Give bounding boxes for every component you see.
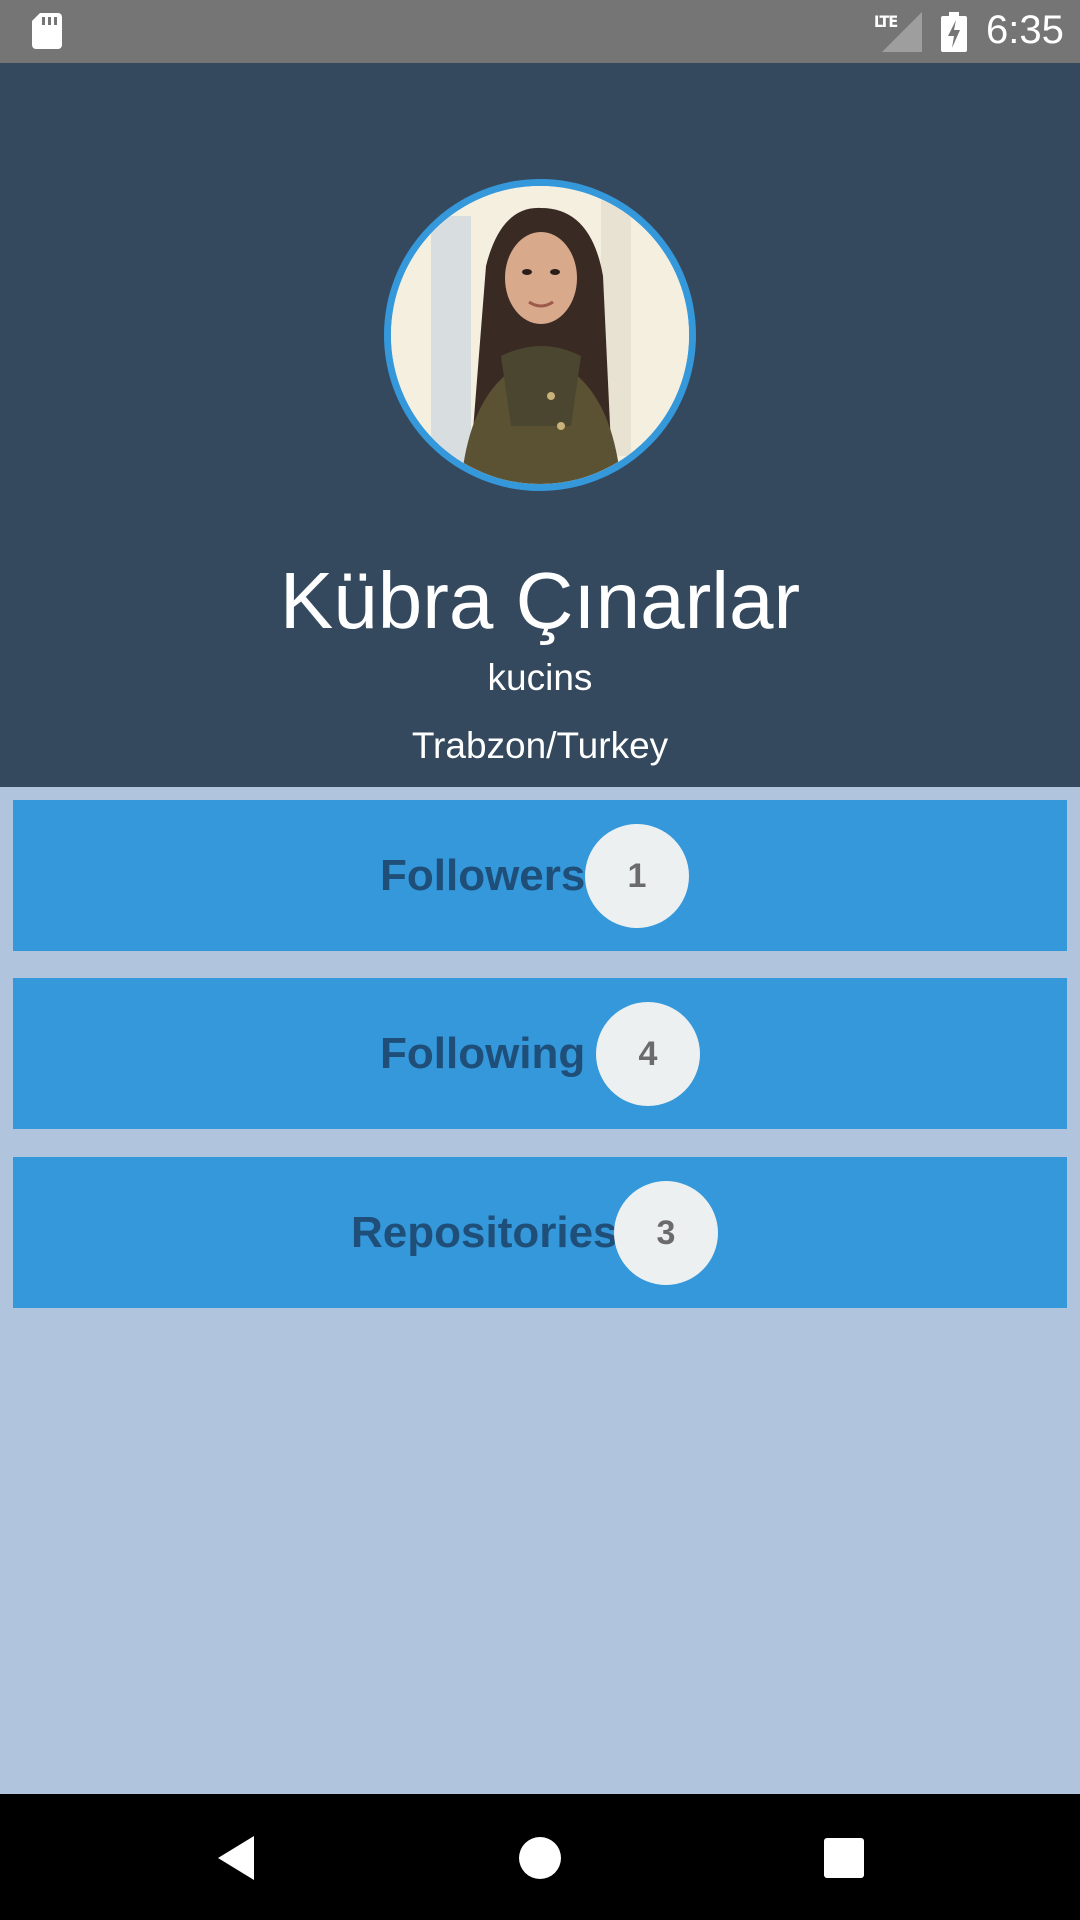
back-button[interactable] [196, 1818, 276, 1898]
full-name: Kübra Çınarlar [279, 556, 801, 645]
following-count-badge: 4 [596, 1002, 700, 1106]
recents-icon [824, 1838, 864, 1878]
battery-charging-icon [941, 12, 967, 52]
network-type-label: LTE [874, 12, 898, 31]
avatar [384, 179, 696, 491]
followers-label: Followers [380, 851, 586, 900]
home-button[interactable] [500, 1818, 580, 1898]
profile-header: Kübra Çınarlar kucins Trabzon/Turkey [0, 63, 1080, 787]
username: kucins [487, 657, 593, 698]
sd-card-icon [32, 13, 62, 49]
back-icon [218, 1836, 254, 1880]
following-card[interactable]: Following 4 [13, 978, 1067, 1129]
profile-photo [391, 186, 689, 484]
status-time: 6:35 [986, 8, 1064, 52]
home-icon [519, 1837, 561, 1879]
repositories-label: Repositories [351, 1208, 618, 1257]
status-bar: LTE 6:35 [0, 0, 1080, 63]
following-label: Following [380, 1029, 586, 1078]
followers-count-badge: 1 [585, 824, 689, 928]
recents-button[interactable] [804, 1818, 884, 1898]
repositories-count-badge: 3 [614, 1181, 718, 1285]
navigation-bar [0, 1794, 1080, 1920]
repositories-card[interactable]: Repositories 3 [13, 1157, 1067, 1308]
location: Trabzon/Turkey [411, 725, 669, 766]
followers-card[interactable]: Followers 1 [13, 800, 1067, 951]
